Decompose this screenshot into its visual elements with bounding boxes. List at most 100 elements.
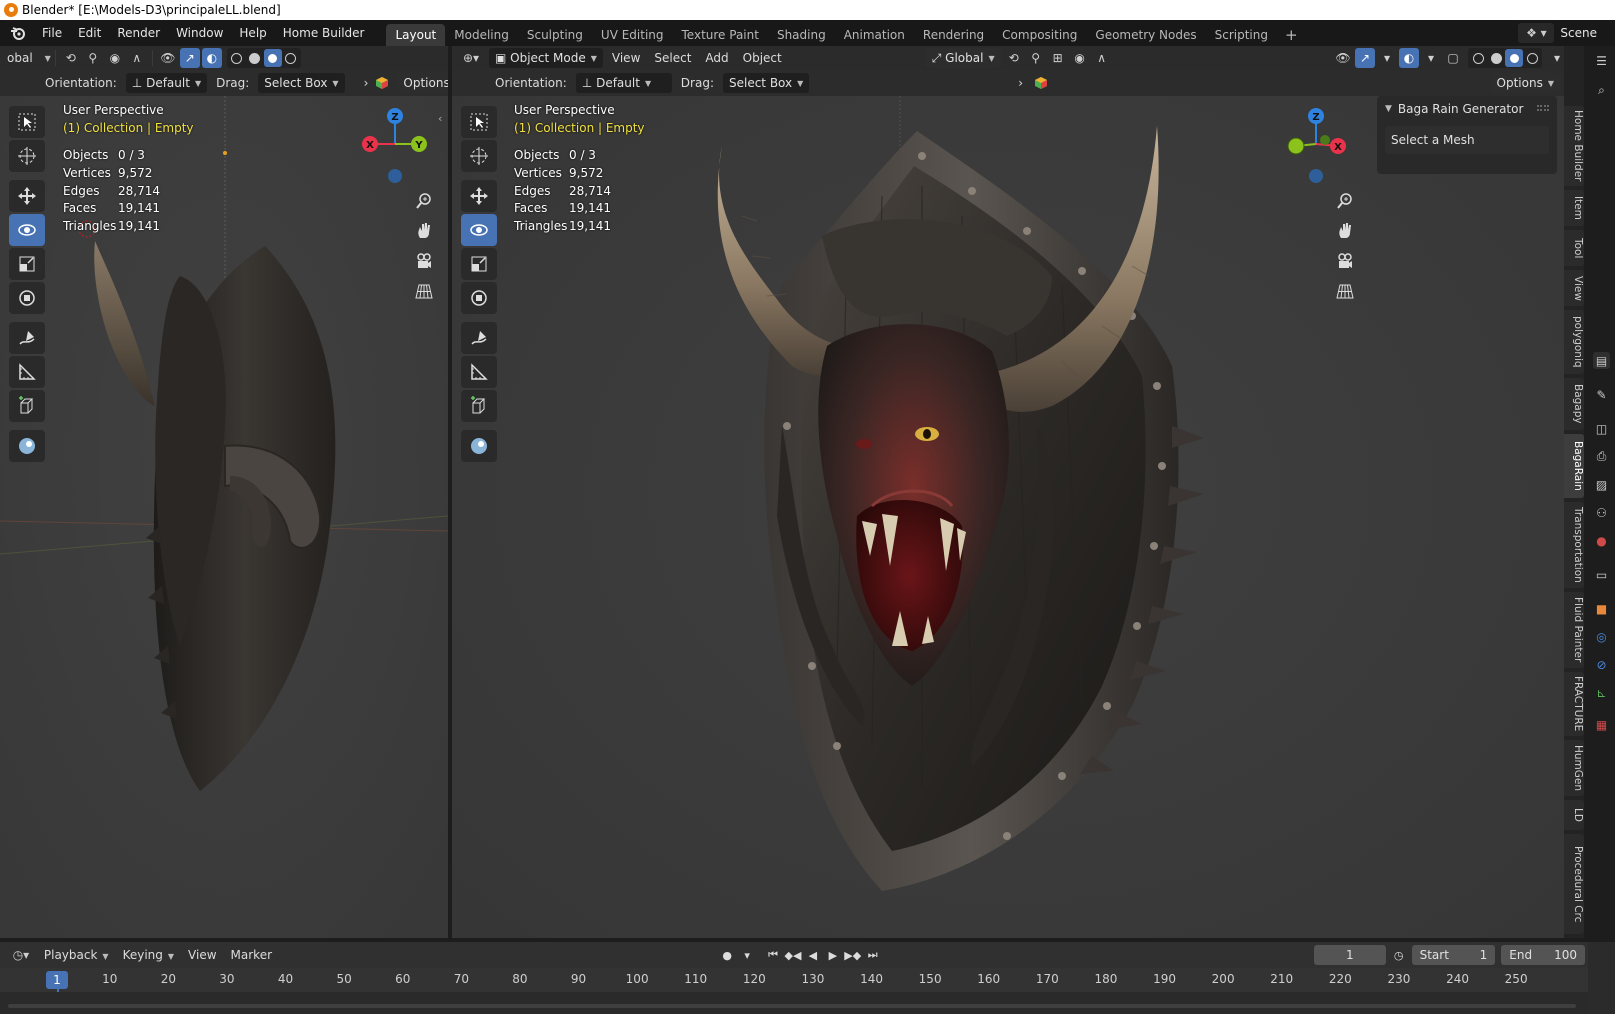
sidebar-tab-bagapy[interactable]: Bagapy [1564, 378, 1584, 430]
rotate-tool-icon[interactable] [9, 214, 45, 246]
falloff-icon[interactable]: ∧ [1092, 48, 1112, 68]
navigation-gizmo[interactable]: Z X [1276, 104, 1356, 184]
rendered-shading-icon[interactable] [1523, 49, 1541, 67]
orientation-dropdown[interactable]: ⊥ Default ▼ [575, 73, 672, 93]
solid-shading-icon[interactable] [246, 49, 264, 67]
mode-dropdown[interactable]: ▣ Object Mode ▼ [489, 48, 603, 68]
sidebar-tab-item[interactable]: Item [1564, 190, 1584, 226]
transform-tool-icon[interactable] [461, 282, 497, 314]
annotate-tool-icon[interactable] [9, 322, 45, 354]
scale-tool-icon[interactable] [461, 248, 497, 280]
sidebar-tab-polygoniq[interactable]: polygoniq [1564, 310, 1584, 374]
panel-header[interactable]: ▼ Baga Rain Generator [1377, 96, 1557, 122]
menu-view[interactable]: View [605, 51, 647, 65]
sidebar-tab-tool[interactable]: Tool [1564, 230, 1584, 266]
menu-keying[interactable]: Keying ▼ [116, 948, 181, 962]
menu-timeline-view[interactable]: View [181, 948, 223, 962]
select-mesh-field[interactable]: Select a Mesh [1385, 126, 1549, 154]
world-properties-icon[interactable]: ● [1593, 532, 1610, 549]
chevron-right-icon[interactable]: › [1011, 76, 1030, 90]
tab-texture-paint[interactable]: Texture Paint [673, 24, 768, 46]
tab-sculpting[interactable]: Sculpting [518, 24, 592, 46]
sidebar-tab-view[interactable]: View [1564, 270, 1584, 306]
menu-object[interactable]: Object [736, 51, 789, 65]
editor-type-icon[interactable]: ⊕▾ [456, 48, 486, 68]
cursor-tool-icon[interactable] [461, 140, 497, 172]
tab-geometry-nodes[interactable]: Geometry Nodes [1086, 24, 1205, 46]
menu-window[interactable]: Window [168, 20, 231, 46]
tab-compositing[interactable]: Compositing [993, 24, 1086, 46]
visibility-eye-icon[interactable]: 👁 [1333, 48, 1353, 68]
snap-icon[interactable]: ⚲ [1026, 48, 1046, 68]
output-properties-icon[interactable]: ⎙ [1593, 448, 1610, 465]
snap-target-icon[interactable]: ⊞ [1048, 48, 1068, 68]
tab-scripting[interactable]: Scripting [1206, 24, 1277, 46]
sidebar-tab-transportation[interactable]: Transportation [1564, 502, 1584, 588]
object-data-icon[interactable]: ⊾ [1593, 684, 1610, 701]
camera-view-icon[interactable] [1330, 246, 1360, 276]
rain-generator-tool-icon[interactable] [9, 430, 45, 462]
cursor-tool-icon[interactable] [9, 140, 45, 172]
menu-home-builder[interactable]: Home Builder [275, 20, 373, 46]
timeline-keyframe-area[interactable] [0, 992, 1588, 1014]
menu-edit[interactable]: Edit [70, 20, 109, 46]
tab-layout[interactable]: Layout [386, 24, 446, 46]
record-icon[interactable]: ● [717, 945, 737, 965]
zoom-icon[interactable] [409, 186, 439, 216]
material-shading-icon[interactable] [263, 49, 282, 67]
scale-tool-icon[interactable] [9, 248, 45, 280]
chevron-right-icon[interactable]: › [357, 76, 376, 90]
object-properties-icon[interactable]: ■ [1593, 600, 1610, 617]
pan-hand-icon[interactable] [409, 216, 439, 246]
tab-uv-editing[interactable]: UV Editing [592, 24, 673, 46]
visibility-eye-icon[interactable]: 👁 [158, 48, 178, 68]
color-cube-icon[interactable] [1031, 73, 1051, 93]
tab-rendering[interactable]: Rendering [914, 24, 993, 46]
drag-dropdown[interactable]: Select Box ▼ [722, 73, 810, 93]
add-workspace-button[interactable]: + [1277, 24, 1306, 46]
overlay-toggle-icon[interactable]: ◐ [201, 48, 222, 68]
wireframe-shading-icon[interactable] [1469, 49, 1487, 67]
jump-end-icon[interactable]: ⏭ [863, 945, 883, 965]
current-frame-indicator[interactable]: 1 [46, 971, 68, 989]
end-frame-field[interactable]: End 100 [1501, 945, 1586, 965]
physics-properties-icon[interactable]: ◎ [1593, 628, 1610, 645]
perspective-grid-icon[interactable] [1330, 276, 1360, 306]
left-transform-orientation[interactable]: obal [0, 51, 40, 65]
collection-properties-icon[interactable]: ▭ [1593, 566, 1610, 583]
constraints-icon[interactable]: ⊘ [1593, 656, 1610, 673]
timeline-editor-type-icon[interactable]: ◷▾ [6, 945, 36, 965]
right-3d-viewport[interactable]: ⊕▾ ▣ Object Mode ▼ View Select Add Object… [452, 46, 1568, 938]
sidebar-tab-home-builder[interactable]: Home Builder [1564, 106, 1584, 186]
options-button[interactable]: Options [397, 73, 448, 93]
select-box-tool-icon[interactable] [9, 106, 45, 138]
menu-render[interactable]: Render [109, 20, 168, 46]
play-reverse-icon[interactable]: ◀ [803, 945, 823, 965]
rotate-tool-icon[interactable] [461, 214, 497, 246]
measure-tool-icon[interactable] [461, 356, 497, 388]
texture-properties-icon[interactable]: ▦ [1593, 716, 1610, 733]
sidebar-tab-humgen[interactable]: HumGen [1564, 740, 1584, 796]
sidebar-tab-ld[interactable]: LD [1564, 800, 1584, 830]
prev-keyframe-icon[interactable]: ◆◀ [783, 945, 803, 965]
tab-animation[interactable]: Animation [835, 24, 914, 46]
color-cube-icon[interactable] [376, 73, 389, 93]
play-icon[interactable]: ▶ [823, 945, 843, 965]
solid-shading-icon[interactable] [1487, 49, 1505, 67]
gizmo-toggle-icon[interactable]: ↗ [1355, 48, 1375, 68]
overlay-toggle-icon[interactable]: ◐ [1399, 48, 1419, 68]
measure-tool-icon[interactable] [9, 356, 45, 388]
sidebar-tab-bagarain[interactable]: BagaRain [1564, 434, 1584, 498]
navigation-gizmo[interactable]: Z X Y [355, 104, 435, 184]
pivot-icon[interactable]: ⟲ [1004, 48, 1024, 68]
view-layer-icon[interactable]: ▨ [1593, 476, 1610, 493]
move-tool-icon[interactable] [461, 180, 497, 212]
jump-start-icon[interactable]: ⏮ [763, 945, 783, 965]
drag-dropdown[interactable]: Select Box ▼ [258, 73, 345, 93]
menu-select[interactable]: Select [647, 51, 698, 65]
tab-shading[interactable]: Shading [768, 24, 835, 46]
pivot-icon[interactable]: ⟲ [61, 48, 81, 68]
wireframe-shading-icon[interactable] [228, 49, 246, 67]
orientation-dropdown[interactable]: ⊥ Default ▼ [125, 73, 208, 93]
perspective-grid-icon[interactable] [409, 276, 439, 306]
